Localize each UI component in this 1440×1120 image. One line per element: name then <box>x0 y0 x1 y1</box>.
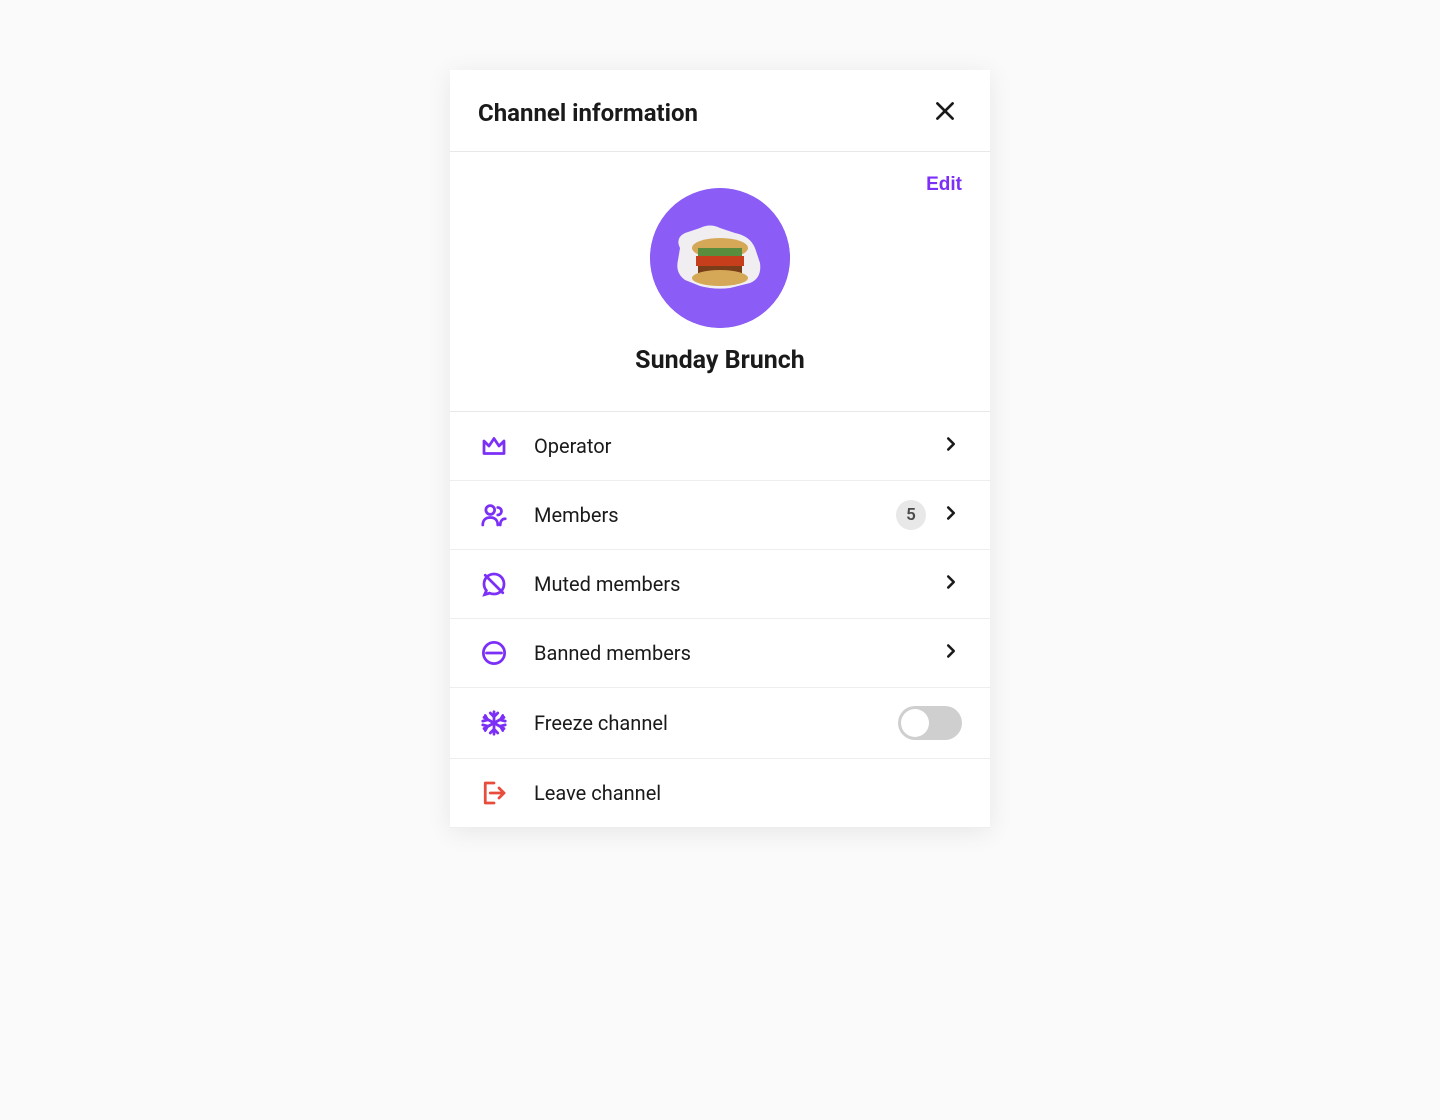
menu-item-members[interactable]: Members 5 <box>450 481 990 550</box>
menu-label: Banned members <box>534 641 940 665</box>
chevron-right-icon <box>940 502 962 528</box>
profile-section: Edit Sunday Brunch <box>450 152 990 412</box>
snowflake-icon <box>478 707 510 739</box>
members-icon <box>478 499 510 531</box>
muted-icon <box>478 568 510 600</box>
toggle-knob <box>901 709 929 737</box>
close-icon <box>932 98 958 127</box>
menu-list: Operator Members 5 <box>450 412 990 828</box>
banned-icon <box>478 637 510 669</box>
menu-item-banned[interactable]: Banned members <box>450 619 990 688</box>
close-button[interactable] <box>928 94 962 131</box>
members-count-badge: 5 <box>896 500 926 530</box>
chevron-right-icon <box>940 640 962 666</box>
chevron-right-icon <box>940 433 962 459</box>
page-title: Channel information <box>478 99 698 127</box>
menu-item-muted[interactable]: Muted members <box>450 550 990 619</box>
menu-label: Freeze channel <box>534 711 898 735</box>
menu-label: Operator <box>534 434 940 458</box>
freeze-toggle[interactable] <box>898 706 962 740</box>
menu-label: Leave channel <box>534 781 962 805</box>
menu-item-freeze[interactable]: Freeze channel <box>450 688 990 759</box>
menu-item-leave[interactable]: Leave channel <box>450 759 990 828</box>
chevron-right-icon <box>940 571 962 597</box>
edit-button[interactable]: Edit <box>926 174 962 196</box>
crown-icon <box>478 430 510 462</box>
panel-header: Channel information <box>450 70 990 152</box>
menu-label: Muted members <box>534 572 940 596</box>
menu-label: Members <box>534 503 896 527</box>
channel-avatar <box>650 188 790 328</box>
leave-icon <box>478 777 510 809</box>
channel-name: Sunday Brunch <box>478 346 962 375</box>
channel-info-panel: Channel information Edit Sunday Br <box>450 70 990 828</box>
menu-item-operator[interactable]: Operator <box>450 412 990 481</box>
